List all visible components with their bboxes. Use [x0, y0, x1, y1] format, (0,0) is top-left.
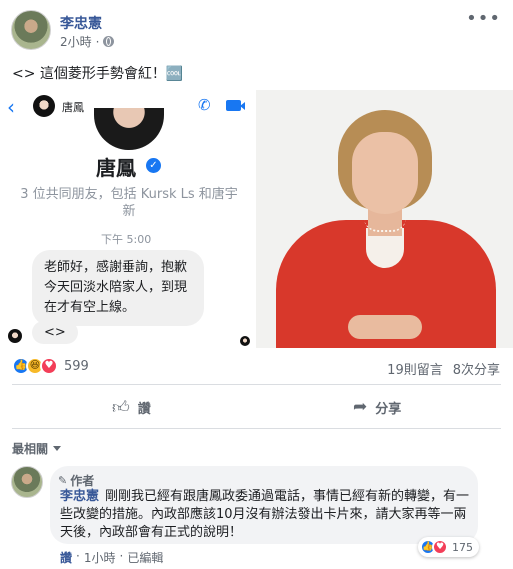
post-text: <> 這個菱形手勢會紅！🆒 — [12, 66, 184, 82]
photo-face — [352, 132, 418, 214]
chat-message-bubble: 老師好，感謝垂詢，抱歉今天回淡水陪家人，到現在才有空上線。 — [32, 250, 204, 326]
comment-edited[interactable]: 已編輯 — [127, 549, 163, 566]
post-time[interactable]: 2小時 — [60, 33, 92, 50]
share-arrow-icon: ➦ — [353, 397, 368, 417]
contact-name-large: 唐鳳 — [96, 156, 136, 180]
post-media[interactable]: ‹ 唐鳳 ✆ 唐鳳 ✓ 3 位共同朋友，包括 Kursk Ls 和唐宇新 下午 … — [0, 90, 513, 348]
photo-hands — [348, 315, 422, 339]
post-header: 李忠憲 2小時 · ••• — [0, 0, 513, 60]
caret-down-icon — [53, 446, 62, 451]
verified-badge-icon: ✓ — [146, 158, 161, 173]
author-badge-label: 作者 — [70, 474, 95, 488]
comment-text: 李忠憲 剛剛我已經有跟唐鳳政委通過電話，事情已經有新的轉變，有一些改變的措施。內政… — [60, 488, 470, 542]
comment-count[interactable]: 19則留言 — [387, 359, 443, 378]
more-options-icon[interactable]: ••• — [466, 8, 501, 29]
chat-timestamp: 下午 5:00 — [101, 233, 152, 246]
seen-avatar-mini — [240, 336, 250, 346]
comment-sep-1: · — [76, 549, 80, 563]
divider-bottom — [12, 428, 501, 429]
post-meta: 2小時 · — [60, 33, 115, 50]
comment-sort-dropdown[interactable]: 最相關 — [12, 440, 62, 457]
comment-sep-2: · — [119, 549, 124, 563]
comment-actions: 讚 · 1小時 · 已編輯 — [60, 549, 163, 566]
contact-name-small: 唐鳳 — [62, 101, 84, 114]
back-chevron-icon: ‹ — [7, 95, 15, 119]
share-button-label: 分享 — [375, 401, 402, 417]
sort-label: 最相關 — [12, 442, 49, 456]
divider-top — [12, 384, 501, 385]
post-stats: 19則留言 8次分享 — [387, 359, 500, 378]
contact-avatar-small — [33, 95, 55, 117]
comment-body: 剛剛我已經有跟唐鳳政委通過電話，事情已經有新的轉變，有一些改變的措施。內政部應該… — [60, 489, 470, 540]
thumbs-up-icon: 👍︎ — [112, 397, 130, 418]
meta-dot: · — [95, 34, 100, 49]
globe-icon[interactable] — [103, 36, 115, 47]
reaction-count: 599 — [64, 358, 89, 374]
share-button[interactable]: ➦ 分享 — [353, 392, 401, 422]
messenger-screenshot[interactable]: ‹ 唐鳳 ✆ 唐鳳 ✓ 3 位共同朋友，包括 Kursk Ls 和唐宇新 下午 … — [0, 90, 254, 348]
like-button-label: 讚 — [137, 401, 151, 417]
pen-icon: ✎ — [58, 474, 68, 487]
author-badge: ✎ 作者 — [58, 472, 94, 489]
contact-profile-picture — [94, 108, 164, 150]
reaction-summary[interactable]: 👍 😆 ♥ 599 — [12, 357, 89, 375]
like-button[interactable]: 👍︎ 讚 — [112, 392, 151, 422]
comment-like-link[interactable]: 讚 — [60, 549, 72, 566]
comment-age[interactable]: 1小時 — [84, 549, 116, 566]
author-avatar[interactable] — [11, 10, 51, 50]
author-name[interactable]: 李忠憲 — [60, 13, 102, 33]
comment-reactions[interactable]: 👍 ♥ 175 — [418, 537, 479, 557]
love-reaction-icon: ♥ — [40, 357, 58, 375]
share-count[interactable]: 8次分享 — [453, 359, 500, 378]
mutual-friends-text: 3 位共同朋友，包括 Kursk Ls 和唐宇新 — [20, 187, 238, 219]
chat-reply-bubble: <> — [32, 321, 78, 344]
sender-avatar-mini — [8, 329, 22, 343]
commenter-name[interactable]: 李忠憲 — [60, 489, 99, 504]
video-camera-icon — [226, 100, 245, 111]
portrait-photo[interactable] — [256, 90, 513, 348]
comment-reaction-count: 175 — [452, 540, 473, 554]
phone-icon: ✆ — [198, 96, 211, 114]
comment-love-icon: ♥ — [432, 539, 448, 555]
commenter-avatar[interactable] — [11, 466, 43, 498]
